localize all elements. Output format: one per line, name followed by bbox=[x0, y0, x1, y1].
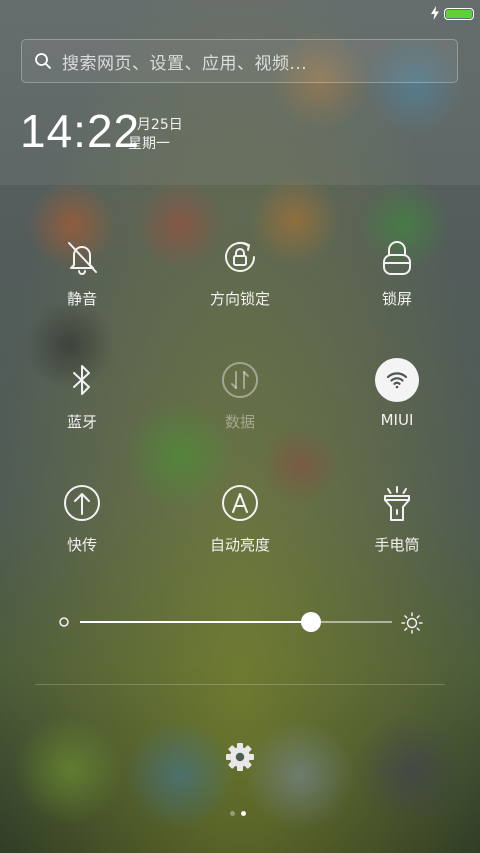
toggle-wifi[interactable]: MIUI bbox=[327, 357, 467, 447]
wifi-icon bbox=[375, 358, 419, 402]
slider-track[interactable] bbox=[80, 612, 392, 632]
divider bbox=[35, 684, 445, 685]
date-block[interactable]: 7月25日 星期一 bbox=[128, 116, 183, 154]
gear-icon[interactable] bbox=[224, 741, 256, 773]
bluetooth-icon bbox=[59, 357, 105, 403]
mobile-data-icon bbox=[217, 357, 263, 403]
battery-level-fill bbox=[446, 10, 472, 18]
search-icon bbox=[35, 53, 51, 69]
toggle-label: 蓝牙 bbox=[66, 413, 97, 431]
date-label: 7月25日 bbox=[128, 117, 183, 133]
clock-time[interactable]: 14:22 bbox=[20, 104, 140, 158]
toggle-label: MIUI bbox=[380, 411, 414, 429]
battery-icon bbox=[444, 8, 474, 20]
search-bar[interactable]: 搜索网页、设置、应用、视频... bbox=[21, 39, 458, 83]
rotation-lock-icon bbox=[217, 234, 263, 280]
brightness-high-icon bbox=[401, 612, 423, 634]
toggle-bluetooth[interactable]: 蓝牙 bbox=[12, 357, 152, 447]
brightness-low-icon bbox=[59, 617, 69, 627]
flashlight-icon bbox=[374, 480, 420, 526]
slider-thumb[interactable] bbox=[300, 612, 321, 632]
weekday-label: 星期一 bbox=[128, 136, 170, 152]
toggle-label: 锁屏 bbox=[381, 290, 412, 308]
lock-icon bbox=[374, 234, 420, 280]
toggle-label: 自动亮度 bbox=[209, 536, 270, 554]
toggle-rotation-lock[interactable]: 方向锁定 bbox=[170, 234, 310, 324]
toggle-mobile-data[interactable]: 数据 bbox=[170, 357, 310, 447]
page-indicator bbox=[230, 811, 246, 816]
search-placeholder: 搜索网页、设置、应用、视频... bbox=[62, 53, 308, 74]
toggle-quick-share[interactable]: 快传 bbox=[12, 480, 152, 570]
lightning-bolt-icon bbox=[430, 5, 440, 24]
toggle-flashlight[interactable]: 手电筒 bbox=[327, 480, 467, 570]
toggle-label: 静音 bbox=[66, 290, 97, 308]
page-dot bbox=[230, 811, 235, 816]
page-dot-active bbox=[241, 811, 246, 816]
upload-arrow-icon bbox=[59, 480, 105, 526]
toggle-label: 方向锁定 bbox=[209, 290, 270, 308]
wifi-toggle-circle bbox=[374, 357, 420, 403]
toggle-auto-brightness[interactable]: 自动亮度 bbox=[170, 480, 310, 570]
toggle-label: 手电筒 bbox=[374, 536, 420, 554]
toggle-mute[interactable]: 静音 bbox=[12, 234, 152, 324]
toggle-label: 数据 bbox=[224, 413, 255, 431]
brightness-slider[interactable] bbox=[56, 610, 426, 636]
slider-fill bbox=[80, 621, 311, 623]
bell-slash-icon bbox=[59, 234, 105, 280]
toggle-label: 快传 bbox=[66, 536, 97, 554]
auto-brightness-icon bbox=[217, 480, 263, 526]
status-bar bbox=[430, 4, 474, 24]
toggle-lock-screen[interactable]: 锁屏 bbox=[327, 234, 467, 324]
